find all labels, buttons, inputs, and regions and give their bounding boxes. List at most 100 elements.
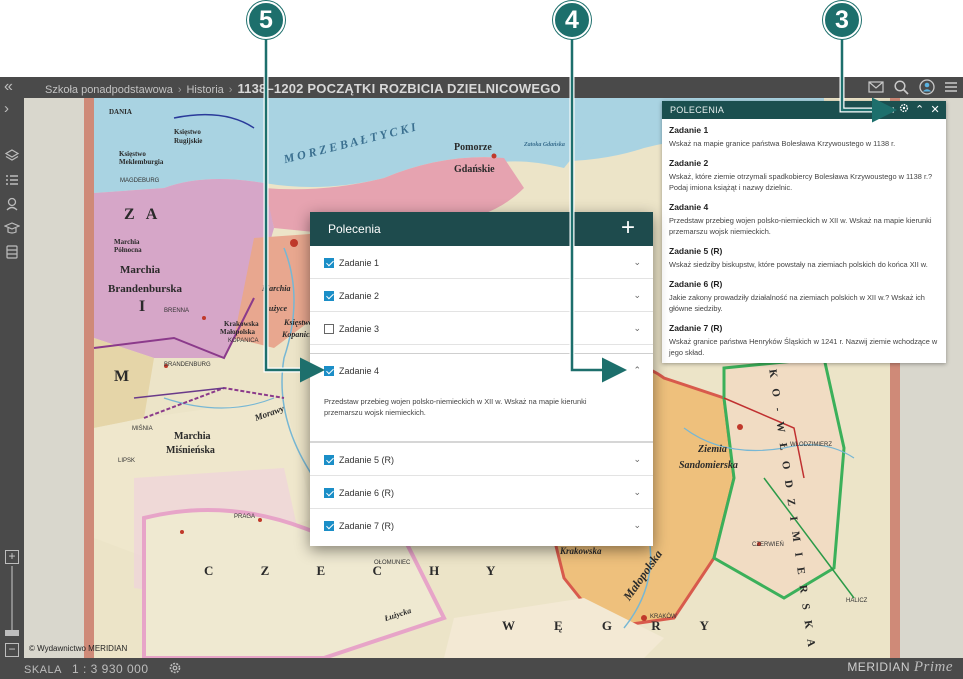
chevron-down-icon[interactable]: ⌄ bbox=[633, 454, 641, 465]
map-label: Zatoka Gdańska bbox=[524, 142, 565, 148]
database-icon[interactable] bbox=[4, 244, 20, 260]
task-item: Zadanie 4 Przedstaw przebieg wojen polsko… bbox=[669, 202, 938, 237]
tasks-panel: POLECENIA ⌃ ✕ Zadanie 1 Wskaż na mapie gr… bbox=[662, 101, 946, 363]
mail-icon[interactable] bbox=[868, 81, 884, 93]
user-icon[interactable] bbox=[919, 79, 935, 95]
search-icon[interactable] bbox=[894, 79, 909, 95]
task-name: Zadanie 4 bbox=[669, 202, 709, 212]
breadcrumb-level[interactable]: Szkoła ponadpodstawowa bbox=[45, 84, 173, 96]
task-checkbox[interactable] bbox=[324, 258, 334, 268]
expand-icon[interactable]: › bbox=[4, 101, 20, 118]
task-checkbox[interactable] bbox=[324, 366, 334, 376]
chevron-down-icon[interactable]: ⌄ bbox=[633, 257, 641, 268]
map-label: DANIA bbox=[109, 108, 132, 116]
map-label: C Z E C H Y bbox=[204, 563, 518, 578]
breadcrumb-subject[interactable]: Historia bbox=[186, 84, 223, 96]
settings-icon[interactable] bbox=[899, 103, 909, 116]
chevron-down-icon[interactable]: ⌄ bbox=[633, 487, 641, 498]
map-label: Marchia bbox=[120, 264, 161, 276]
chevron-down-icon[interactable]: ⌄ bbox=[633, 323, 641, 334]
task-item: Zadanie 5 (R) Wskaż siedziby biskupstw, k… bbox=[669, 246, 938, 270]
task-checkbox[interactable] bbox=[324, 521, 334, 531]
zoom-in-button[interactable]: + bbox=[5, 550, 19, 564]
list-icon[interactable] bbox=[4, 172, 20, 188]
task-checkbox[interactable] bbox=[324, 455, 334, 465]
task-row[interactable]: Zadanie 2 ⌄ bbox=[310, 279, 653, 312]
bottom-bar: SKALA 1 : 3 930 000 MERIDIAN Prime bbox=[0, 658, 963, 679]
task-name: Zadanie 2 bbox=[669, 158, 709, 168]
zoom-slider[interactable] bbox=[11, 566, 13, 632]
breadcrumb-separator: › bbox=[177, 84, 182, 96]
task-checkbox[interactable] bbox=[324, 324, 334, 334]
close-icon[interactable]: ✕ bbox=[930, 103, 940, 116]
task-row[interactable]: Zadanie 1 ⌄ bbox=[310, 246, 653, 279]
collapse-icon[interactable]: « bbox=[4, 78, 13, 96]
map-label: Małopolska bbox=[220, 328, 256, 336]
map-city: CZERWIEŃ bbox=[752, 542, 784, 548]
map-city: KOPANICA bbox=[228, 338, 259, 344]
task-row[interactable]: Zadanie 6 (R) ⌄ bbox=[310, 476, 653, 509]
tasks-dialog-title: Polecenia bbox=[328, 222, 381, 236]
zoom-out-button[interactable]: − bbox=[5, 643, 19, 657]
callout-badge: 4 bbox=[553, 1, 591, 39]
page-title: 1138–1202 POCZĄTKI ROZBICIA DZIELNICOWEG… bbox=[237, 81, 561, 96]
map-label: W Ę G R Y bbox=[502, 618, 727, 633]
scale-value: 1 : 3 930 000 bbox=[71, 662, 149, 676]
task-description: Przedstaw przebieg wojen polsko-niemieck… bbox=[669, 216, 932, 236]
map-label: Brandenburska bbox=[108, 283, 182, 295]
chevron-down-icon[interactable]: ⌄ bbox=[633, 290, 641, 301]
layers-icon[interactable] bbox=[4, 148, 20, 164]
map-scale: SKALA 1 : 3 930 000 bbox=[24, 662, 149, 676]
map-label: Łużyce bbox=[264, 304, 288, 313]
app-window: { "topbar": { "crumbs": ["Szkoła ponadpo… bbox=[0, 0, 963, 679]
map-label: Księstwo bbox=[119, 150, 146, 158]
map-label: Ziemia bbox=[698, 444, 727, 455]
map-city: WŁODZIMIERZ bbox=[790, 442, 832, 448]
map-label: Marchia bbox=[262, 284, 291, 293]
settings-icon[interactable] bbox=[168, 661, 182, 678]
map-label: Meklemburgia bbox=[119, 158, 164, 166]
zoom-slider-handle[interactable] bbox=[5, 630, 19, 636]
left-sidebar: › + − bbox=[0, 98, 24, 658]
task-checkbox[interactable] bbox=[324, 488, 334, 498]
breadcrumb: Szkoła ponadpodstawowa › Historia › 1138–120… bbox=[45, 81, 561, 96]
task-description: Wskaż na mapie granice państwa Bolesława… bbox=[669, 139, 896, 148]
education-icon[interactable] bbox=[3, 220, 21, 236]
map-label: Z A bbox=[124, 206, 162, 223]
task-item: Zadanie 2 Wskaż, które ziemie otrzymali s… bbox=[669, 158, 938, 193]
tasks-panel-header: POLECENIA ⌃ ✕ bbox=[662, 101, 946, 119]
task-row-description: Przedstaw przebieg wojen polsko-niemieck… bbox=[324, 397, 587, 417]
chevron-down-icon[interactable]: ⌄ bbox=[633, 520, 641, 531]
menu-icon[interactable] bbox=[945, 82, 957, 92]
tasks-dialog-header: Polecenia + bbox=[310, 212, 653, 246]
task-description: Wskaż granice państwa Henryków Śląskich … bbox=[669, 337, 938, 357]
task-row[interactable]: Zadanie 5 (R) ⌄ bbox=[310, 443, 653, 476]
task-item: Zadanie 7 (R) Wskaż granice państwa Henry… bbox=[669, 323, 938, 358]
map-label: Marchia bbox=[114, 238, 140, 246]
location-icon[interactable] bbox=[4, 196, 20, 212]
task-checkbox[interactable] bbox=[324, 291, 334, 301]
task-row[interactable]: Zadanie 3 ⌄ bbox=[310, 312, 653, 345]
map-label: Krakowska bbox=[224, 320, 259, 328]
add-task-button[interactable]: + bbox=[621, 216, 635, 240]
callout-badge: 3 bbox=[823, 1, 861, 39]
chevron-up-icon[interactable]: ⌃ bbox=[633, 365, 641, 376]
task-row-expanded[interactable]: Zadanie 4 ⌃ Przedstaw przebieg wojen polsk… bbox=[310, 353, 653, 443]
task-name: Zadanie 1 bbox=[669, 125, 709, 135]
task-name: Zadanie 6 (R) bbox=[669, 279, 723, 289]
task-row-label: Zadanie 6 (R) bbox=[339, 488, 395, 498]
tasks-panel-body: Zadanie 1 Wskaż na mapie granice państwa … bbox=[662, 119, 946, 358]
task-row-label: Zadanie 5 (R) bbox=[339, 455, 395, 465]
map-city: HALICZ bbox=[846, 598, 868, 604]
task-row-label: Zadanie 4 bbox=[339, 366, 380, 376]
map-label: Gdańskie bbox=[454, 164, 495, 175]
map-label: Pomorze bbox=[454, 142, 492, 153]
collapse-panel-icon[interactable]: ⌃ bbox=[915, 103, 925, 116]
task-row-label: Zadanie 3 bbox=[339, 324, 380, 334]
task-row[interactable]: Zadanie 7 (R) ⌄ bbox=[310, 509, 653, 542]
map-label: Księstwo bbox=[174, 128, 201, 136]
callout-badge: 5 bbox=[247, 1, 285, 39]
task-name: Zadanie 7 (R) bbox=[669, 323, 723, 333]
task-description: Jakie zakony prowadziły działalność na z… bbox=[669, 293, 925, 313]
map-city: MIŚNIA bbox=[132, 426, 153, 432]
